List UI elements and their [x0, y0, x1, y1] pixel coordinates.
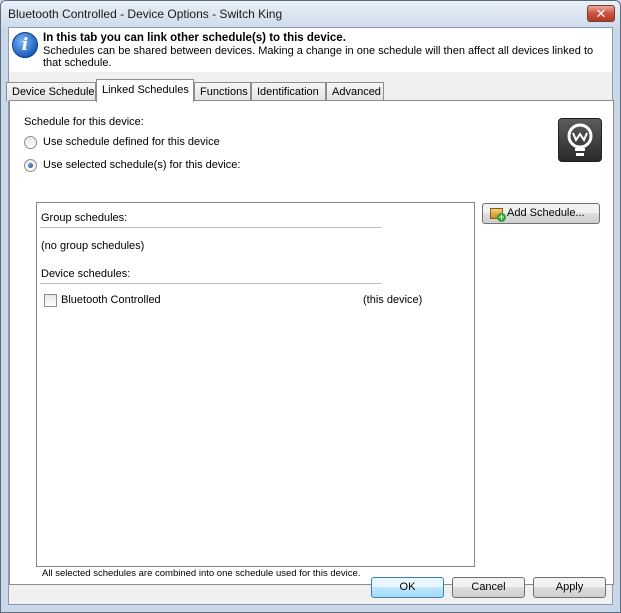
- radio-use-selected-schedules-label[interactable]: Use selected schedule(s) for this device…: [43, 159, 240, 171]
- cancel-button[interactable]: Cancel: [452, 577, 525, 598]
- tab-advanced[interactable]: Advanced: [326, 82, 384, 101]
- add-schedule-label: Add Schedule...: [507, 207, 585, 219]
- header-description: Schedules can be shared between devices.…: [43, 45, 594, 69]
- group-schedules-header: Group schedules:: [41, 212, 128, 224]
- device-schedules-header: Device schedules:: [41, 268, 131, 280]
- tab-device-schedule[interactable]: Device Schedule: [6, 82, 96, 101]
- radio-use-selected-schedules[interactable]: [24, 159, 37, 172]
- radio-use-own-schedule-label[interactable]: Use schedule defined for this device: [43, 136, 220, 148]
- schedule-section-label: Schedule for this device:: [24, 116, 144, 128]
- info-header: i In this tab you can link other schedul…: [9, 28, 612, 72]
- apply-button[interactable]: Apply: [533, 577, 606, 598]
- schedule-name-bluetooth-controlled[interactable]: Bluetooth Controlled: [61, 294, 161, 306]
- schedule-list-box[interactable]: Group schedules: (no group schedules) De…: [36, 202, 475, 567]
- lightbulb-icon: [558, 118, 602, 162]
- body-panel: Device Schedule Linked Schedules Functio…: [6, 72, 614, 604]
- ok-button[interactable]: OK: [371, 577, 444, 598]
- header-title: In this tab you can link other schedule(…: [43, 32, 346, 44]
- device-schedules-separator: [40, 283, 382, 284]
- schedule-checkbox-bluetooth-controlled[interactable]: [44, 294, 57, 307]
- tab-functions[interactable]: Functions: [194, 82, 251, 101]
- close-button[interactable]: ✕: [587, 5, 615, 22]
- add-schedule-icon: +: [490, 208, 506, 222]
- window-title: Bluetooth Controlled - Device Options - …: [8, 7, 283, 21]
- info-icon: i: [12, 32, 38, 58]
- linked-schedules-panel: Schedule for this device: Use schedule d…: [9, 100, 614, 585]
- combined-schedules-note: All selected schedules are combined into…: [42, 568, 361, 579]
- title-bar[interactable]: Bluetooth Controlled - Device Options - …: [1, 1, 620, 27]
- schedule-note-this-device: (this device): [363, 294, 423, 306]
- add-schedule-button[interactable]: + Add Schedule...: [482, 203, 600, 224]
- dialog-client: i In this tab you can link other schedul…: [6, 27, 614, 605]
- dialog-window: Bluetooth Controlled - Device Options - …: [0, 0, 621, 613]
- lightbulb-icon-graphic: [567, 123, 593, 156]
- radio-selected-dot: [28, 163, 33, 168]
- radio-use-own-schedule[interactable]: [24, 136, 37, 149]
- group-schedules-separator: [40, 227, 382, 228]
- tab-identification[interactable]: Identification: [251, 82, 326, 101]
- group-schedules-empty-text: (no group schedules): [41, 240, 145, 252]
- tab-linked-schedules[interactable]: Linked Schedules: [96, 79, 194, 102]
- close-icon: ✕: [595, 6, 607, 21]
